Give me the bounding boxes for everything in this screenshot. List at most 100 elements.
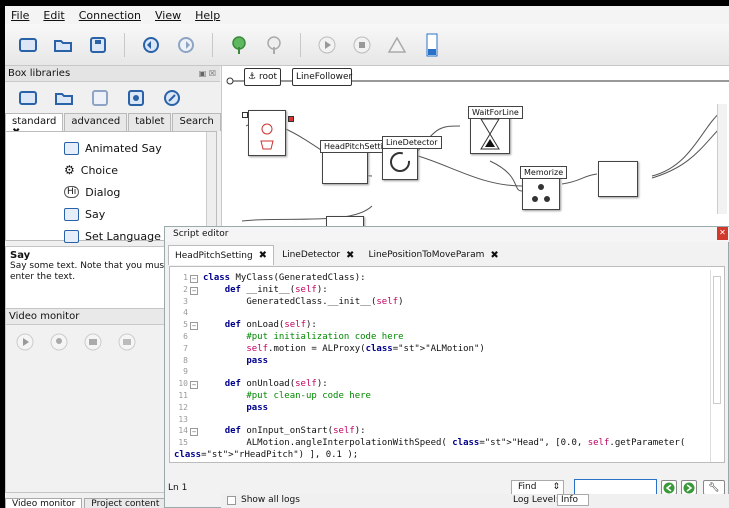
new-library-button[interactable] — [17, 87, 39, 109]
move-param-box[interactable] — [598, 161, 638, 197]
find-previous-button[interactable] — [661, 480, 677, 495]
menu-help[interactable]: Help — [195, 9, 220, 22]
fold-toggle-icon[interactable]: − — [190, 322, 198, 331]
tab-label: HeadPitchSetting — [175, 250, 253, 261]
save-library-button[interactable] — [89, 87, 111, 109]
tab-linepositiontomoveparam[interactable]: LinePositionToMoveParam ✖ — [362, 245, 504, 265]
stop-button[interactable] — [351, 34, 373, 56]
line-number: 3 — [183, 296, 188, 306]
code-line: GeneratedClass.__init__(self) — [203, 296, 404, 307]
list-item-label: Set Language — [85, 229, 161, 243]
play-button[interactable] — [316, 34, 338, 56]
menu-connection[interactable]: Connection — [79, 9, 141, 22]
line-number: 8 — [183, 355, 188, 365]
output-port[interactable] — [288, 116, 294, 122]
tab-advanced[interactable]: advanced — [64, 113, 128, 131]
breadcrumb-linefollower[interactable]: LineFollower — [292, 68, 352, 86]
connect-robot-button[interactable] — [228, 34, 250, 56]
list-item-label: Animated Say — [85, 141, 162, 155]
edit-library-button[interactable] — [161, 87, 183, 109]
fold-toggle-icon[interactable]: − — [190, 286, 198, 295]
camera-icon[interactable] — [84, 333, 102, 351]
wait-line-box-title: WaitForLine — [468, 106, 523, 119]
line-detector-box[interactable] — [382, 144, 418, 180]
wait-line-box[interactable] — [470, 114, 510, 154]
breadcrumb-child-label: LineFollower — [296, 72, 353, 82]
debug-warning-button[interactable] — [386, 34, 408, 56]
close-icon[interactable]: ✖ — [490, 250, 498, 261]
snapshot-icon[interactable] — [118, 333, 136, 351]
memorize-box-title: Memorize — [520, 166, 568, 179]
library-settings-button[interactable] — [125, 87, 147, 109]
open-project-button[interactable] — [52, 34, 74, 56]
menu-view[interactable]: View — [155, 9, 181, 22]
line-detector-box-title: LineDetector — [382, 136, 442, 149]
tab-tablet[interactable]: tablet — [128, 113, 172, 131]
new-project-button[interactable] — [17, 34, 39, 56]
code-line: pass — [246, 355, 269, 366]
list-item-set-language[interactable]: Set Language — [64, 226, 161, 246]
code-editor[interactable]: 1− class MyClass(GeneratedClass): 2− def _… — [169, 266, 725, 463]
disconnect-robot-button[interactable] — [263, 34, 285, 56]
redo-button[interactable] — [175, 34, 197, 56]
flow-diagram: ⚓ root LineFollower HeadPitchSetting Lin… — [221, 66, 729, 228]
code-line: def onUnload(self): — [224, 379, 328, 390]
list-item-animated-say[interactable]: Animated Say — [64, 138, 162, 158]
speech-bubble-icon — [64, 141, 79, 155]
scrollbar-thumb[interactable] — [713, 276, 721, 404]
fold-toggle-icon[interactable]: − — [190, 381, 198, 390]
library-scrollbar[interactable] — [206, 132, 216, 240]
tab-video-monitor[interactable]: Video monitor — [5, 498, 83, 508]
breadcrumb-root[interactable]: ⚓ root — [244, 68, 281, 86]
code-line: self.motion = ALProxy(class="st">"ALMoti… — [246, 343, 485, 354]
library-tabs: standard ✖ advanced tablet Search — [5, 113, 221, 138]
close-icon[interactable]: ✖ — [346, 250, 354, 261]
find-dropdown[interactable]: Find ⇕ — [511, 480, 564, 495]
code-scrollbar[interactable] — [710, 270, 722, 462]
editor-tools-button[interactable]: 🔧︎ — [703, 480, 725, 495]
code-line: class MyClass(GeneratedClass): — [203, 273, 366, 283]
diagram-scrollbar[interactable] — [717, 104, 727, 214]
tab-project-content[interactable]: Project content — [84, 498, 167, 508]
toolbar — [5, 24, 729, 66]
play-icon[interactable] — [16, 333, 34, 351]
panel-float-close-icon[interactable]: ▣ ☒ — [199, 66, 216, 82]
fold-toggle-icon[interactable]: − — [190, 428, 198, 437]
script-editor-title: Script editor — [165, 227, 729, 242]
list-item-choice[interactable]: ⚙ Choice — [64, 160, 118, 180]
volume-gauge[interactable] — [421, 33, 443, 56]
line-position-box[interactable] — [248, 110, 286, 156]
record-icon[interactable] — [50, 333, 68, 351]
save-project-button[interactable] — [87, 34, 109, 56]
box-library-list: Animated Say ⚙ Choice Hi Dialog Say Set La… — [5, 131, 217, 243]
input-port[interactable] — [242, 112, 248, 118]
code-line: pass — [246, 402, 269, 413]
menu-bar: File Edit Connection View Help — [5, 6, 729, 24]
line-number: 9 — [183, 367, 188, 377]
line-number: 14 — [178, 426, 188, 436]
tab-standard[interactable]: standard ✖ — [5, 113, 64, 138]
find-label: Find — [518, 482, 537, 492]
robot-icon — [260, 123, 274, 150]
close-icon[interactable]: ✕ — [717, 227, 728, 240]
memorize-box[interactable] — [522, 174, 560, 210]
box-libraries-title: Box libraries — [8, 68, 71, 79]
line-number: 13 — [178, 414, 188, 424]
choice-icon: ⚙ — [64, 163, 75, 177]
show-all-logs-checkbox[interactable] — [227, 496, 236, 505]
menu-edit[interactable]: Edit — [43, 9, 64, 22]
list-item-label: Choice — [80, 163, 119, 177]
tab-linedetector[interactable]: LineDetector ✖ — [276, 245, 360, 265]
list-item-say[interactable]: Say — [64, 204, 105, 224]
close-icon[interactable]: ✖ — [259, 250, 267, 261]
menu-file[interactable]: File — [11, 9, 29, 22]
list-item-dialog[interactable]: Hi Dialog — [64, 182, 120, 202]
log-level-select[interactable]: Info — [557, 494, 589, 506]
find-next-button[interactable] — [681, 480, 697, 495]
open-library-button[interactable] — [53, 87, 75, 109]
tab-headpitchsetting[interactable]: HeadPitchSetting ✖ — [168, 245, 275, 265]
fold-toggle-icon[interactable]: − — [190, 275, 198, 283]
undo-button[interactable] — [140, 34, 162, 56]
refresh-icon — [390, 152, 410, 172]
tab-search[interactable]: Search — [172, 113, 221, 131]
